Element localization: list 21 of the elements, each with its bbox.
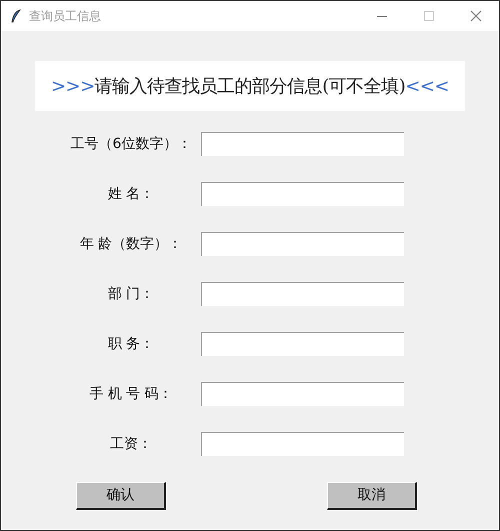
feather-icon [11,9,21,23]
field-label: 工资： [109,434,153,454]
input-field[interactable] [201,232,404,256]
input-field[interactable] [201,432,404,456]
close-button[interactable] [470,10,482,22]
input-field[interactable] [201,132,404,156]
window-title: 查询员工信息 [29,8,101,25]
field-label: 姓 名： [106,184,156,204]
input-field[interactable] [201,332,404,356]
maximize-button[interactable] [423,10,435,22]
dialog-button[interactable]: 取消 [327,482,417,510]
field-label: 职 务： [106,334,156,354]
field-label: 工号（6位数字）： [70,134,192,154]
dialog-button[interactable]: 确认 [76,482,166,510]
field-label: 年 龄（数字）： [78,234,184,254]
input-field[interactable] [201,182,404,206]
field-label: 手 机 号 码： [88,384,174,404]
input-field[interactable] [201,282,404,306]
input-field[interactable] [201,382,404,406]
field-label: 部 门： [106,284,156,304]
heading: >>>请输入待查找员工的部分信息(可不全填)<<< [35,61,465,111]
